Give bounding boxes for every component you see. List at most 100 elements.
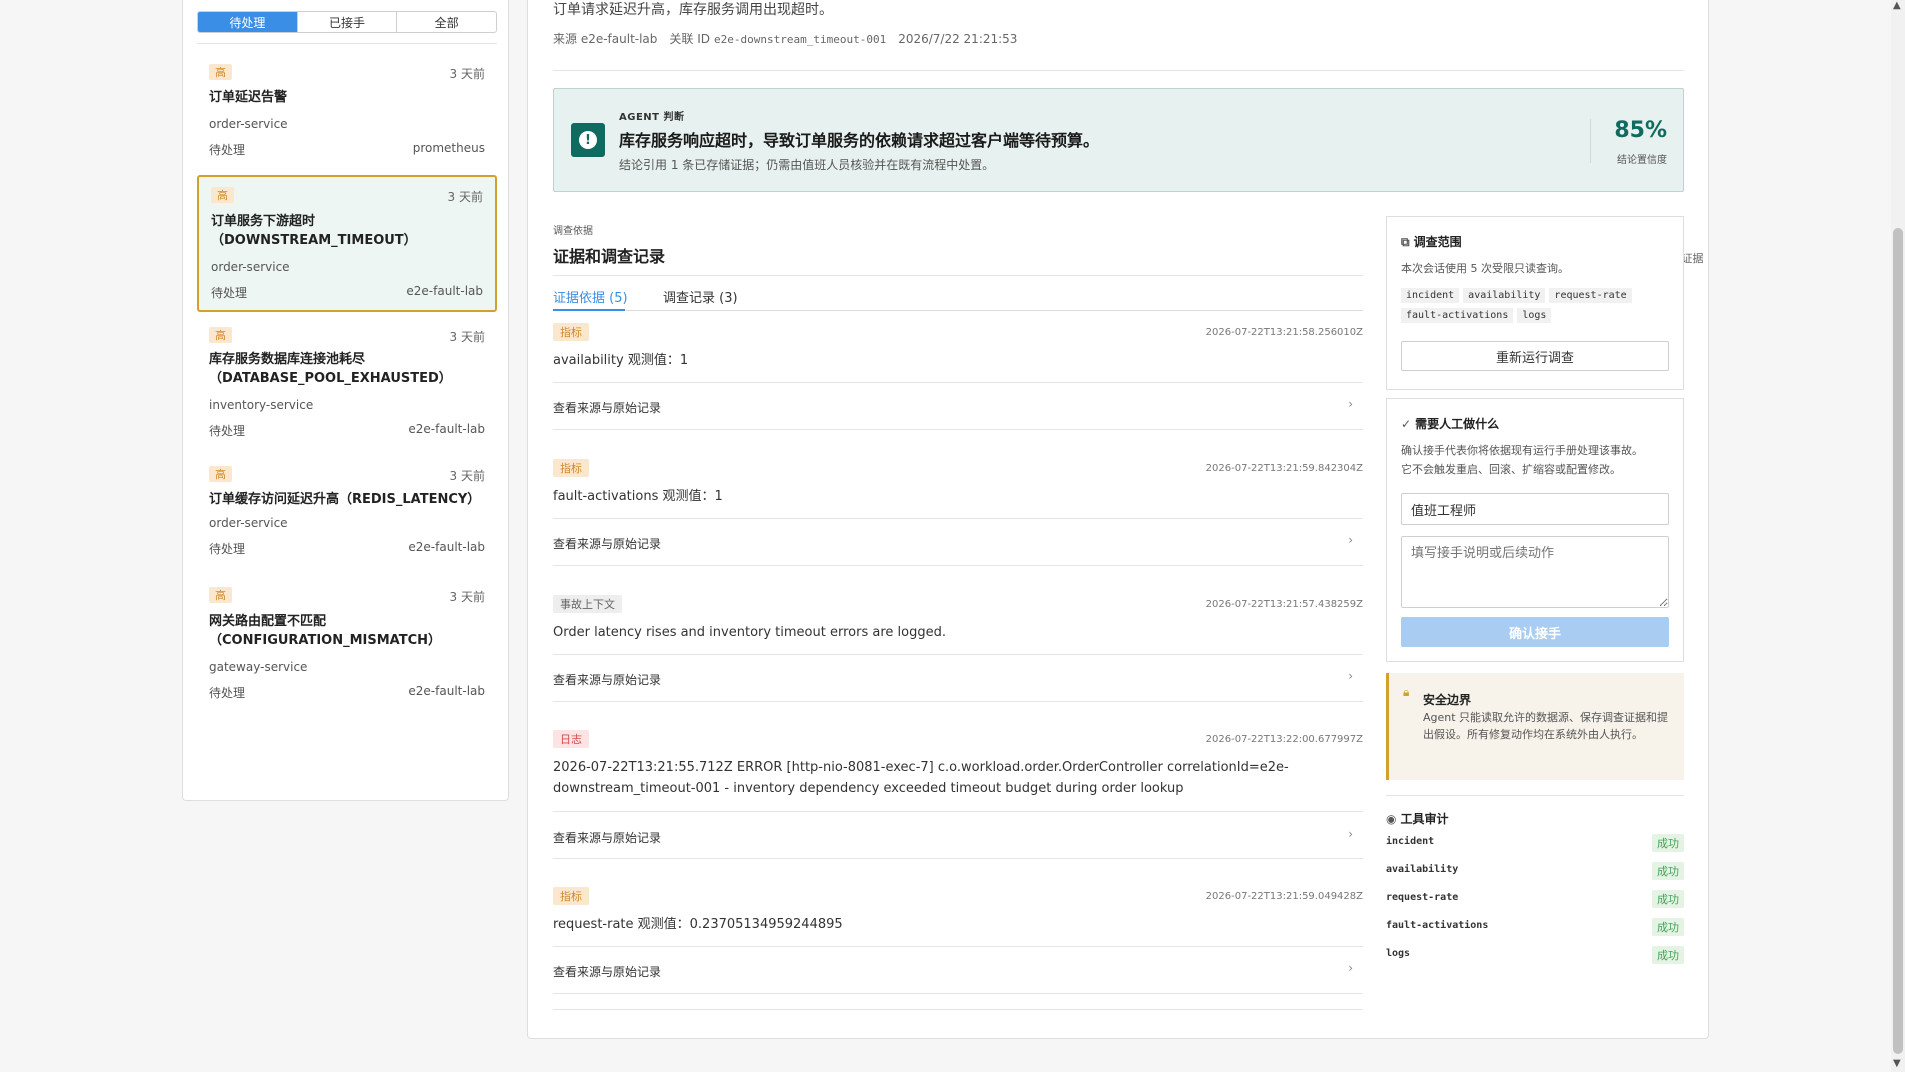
- scope-chip: fault-activations: [1401, 308, 1514, 323]
- incident-item[interactable]: 高 3 天前 库存服务数据库连接池耗尽（DATABASE_POOL_EXHAUS…: [197, 317, 497, 447]
- audit-tool: logs: [1386, 948, 1411, 959]
- audit-row: request-rate 成功: [1386, 890, 1684, 908]
- divider: [553, 654, 1363, 655]
- divider: [553, 1009, 1363, 1010]
- view-source-link[interactable]: 查看来源与原始记录: [553, 829, 661, 846]
- scroll-down-icon[interactable]: ▼: [1893, 1058, 1901, 1069]
- tab-investigation-log[interactable]: 调查记录 (3): [663, 287, 738, 306]
- incident-source: e2e-fault-lab: [408, 540, 485, 554]
- incident-service: order-service: [209, 516, 288, 530]
- scope-chip: request-rate: [1549, 288, 1632, 303]
- verdict-title: 库存服务响应超时，导致订单服务的依赖请求超过客户端等待预算。: [619, 131, 1100, 150]
- lock-icon: 🔒︎: [1403, 685, 1410, 699]
- chevron-right-icon[interactable]: ›: [1348, 961, 1353, 975]
- incident-timestamp: 2026/7/22 21:21:53: [898, 32, 1018, 46]
- scope-title: 调查范围: [1413, 235, 1462, 249]
- divider: [553, 811, 1363, 812]
- chevron-right-icon[interactable]: ›: [1348, 397, 1353, 411]
- incident-age: 3 天前: [449, 469, 485, 483]
- evidence-timestamp: 2026-07-22T13:21:57.438259Z: [1205, 599, 1363, 610]
- investigation-scope-card: ⧉ 调查范围 本次会话使用 5 次受限只读查询。 incident availabi…: [1386, 216, 1684, 390]
- chevron-right-icon[interactable]: ›: [1348, 827, 1353, 841]
- divider: [553, 946, 1363, 947]
- divider: [553, 993, 1363, 994]
- divider: [553, 518, 1363, 519]
- incident-source: e2e-fault-lab: [408, 422, 485, 436]
- evidence-body: Order latency rises and inventory timeou…: [553, 625, 946, 640]
- evidence-body: availability 观测值：1: [553, 353, 689, 368]
- incident-title: 订单缓存访问延迟升高（REDIS_LATENCY）: [209, 492, 481, 507]
- tab-evidence[interactable]: 证据依据 (5): [553, 287, 628, 306]
- incident-age: 3 天前: [447, 190, 483, 204]
- evidence-body: 2026-07-22T13:21:55.712Z ERROR [http-nio…: [553, 760, 1289, 796]
- incident-title: 订单服务下游超时（DOWNSTREAM_TIMEOUT）: [211, 214, 417, 248]
- divider: [1386, 795, 1684, 796]
- incident-item[interactable]: 高 3 天前 订单缓存访问延迟升高（REDIS_LATENCY） order-s…: [197, 456, 497, 566]
- evidence-tag: 指标: [553, 459, 589, 477]
- view-source-link[interactable]: 查看来源与原始记录: [553, 535, 661, 552]
- scrollbar-thumb[interactable]: [1893, 228, 1903, 1054]
- evidence-body: fault-activations 观测值：1: [553, 489, 723, 504]
- agent-verdict: ! AGENT 判断 库存服务响应超时，导致订单服务的依赖请求超过客户端等待预算…: [553, 88, 1684, 192]
- evidence-item: 指标 2026-07-22T13:21:59.049428Z request-r…: [553, 887, 1363, 1015]
- incident-source: 来源 e2e-fault-lab: [553, 32, 658, 46]
- tab-pending[interactable]: 待处理: [198, 12, 298, 32]
- scroll-up-icon[interactable]: ▲: [1893, 0, 1901, 11]
- evidence-timestamp: 2026-07-22T13:21:59.842304Z: [1205, 463, 1363, 474]
- confidence-value: 85%: [1614, 118, 1667, 143]
- evidence-tag: 指标: [553, 323, 589, 341]
- incident-title: 网关路由配置不匹配（CONFIGURATION_MISMATCH）: [209, 614, 442, 648]
- audit-tool: availability: [1386, 864, 1459, 875]
- incident-item[interactable]: 高 3 天前 订单延迟告警 order-service 待处理 promethe…: [197, 56, 497, 180]
- tab-all[interactable]: 全部: [397, 12, 496, 32]
- scope-chip: logs: [1517, 308, 1552, 323]
- evidence-timestamp: 2026-07-22T13:21:59.049428Z: [1205, 891, 1363, 902]
- tab-claimed[interactable]: 已接手: [298, 12, 398, 32]
- divider: [553, 429, 1363, 430]
- handoff-title-row: ✓ 需要人工做什么: [1401, 415, 1499, 432]
- scope-icon: ⧉: [1401, 235, 1410, 249]
- incident-summary: 订单请求延迟升高，库存服务调用出现超时。: [553, 2, 833, 18]
- incident-item-selected[interactable]: 高 3 天前 订单服务下游超时（DOWNSTREAM_TIMEOUT） orde…: [197, 175, 497, 312]
- confidence-label: 结论置信度: [1617, 155, 1667, 166]
- tabs-baseline: [553, 310, 1363, 311]
- evidence-tag: 指标: [553, 887, 589, 905]
- owner-input[interactable]: [1401, 493, 1669, 525]
- severity-badge: 高: [209, 466, 232, 482]
- confirm-handoff-button[interactable]: 确认接手: [1401, 617, 1669, 647]
- incident-service: gateway-service: [209, 660, 308, 674]
- incident-age: 3 天前: [449, 590, 485, 604]
- audit-row: incident 成功: [1386, 834, 1684, 852]
- evidence-item: 事故上下文 2026-07-22T13:21:57.438259Z Order …: [553, 595, 1363, 705]
- evidence-tag: 日志: [553, 730, 589, 748]
- view-source-link[interactable]: 查看来源与原始记录: [553, 399, 661, 416]
- verdict-subtitle: 结论引用 1 条已存储证据；仍需由值班人员核验并在既有流程中处置。: [619, 158, 995, 172]
- chevron-right-icon[interactable]: ›: [1348, 533, 1353, 547]
- chevron-right-icon[interactable]: ›: [1348, 669, 1353, 683]
- incident-list-panel: 待处理 已接手 全部 高 3 天前 订单延迟告警 order-service 待…: [182, 0, 509, 801]
- severity-badge: 高: [209, 587, 232, 603]
- scrollbar[interactable]: ▲ ▼: [1891, 0, 1905, 1072]
- handoff-title: 需要人工做什么: [1415, 417, 1500, 431]
- handoff-card: ✓ 需要人工做什么 确认接手代表你将依据现有运行手册处理该事故。 它不会触发重启、…: [1386, 398, 1684, 662]
- scope-chips: incident availability request-rate fault-ac…: [1401, 287, 1641, 327]
- handoff-note-textarea[interactable]: [1401, 536, 1669, 608]
- filter-tabs: 待处理 已接手 全部: [197, 11, 497, 33]
- severity-badge: 高: [211, 187, 234, 203]
- evidence-item: 日志 2026-07-22T13:22:00.677997Z 2026-07-2…: [553, 730, 1363, 860]
- incident-item[interactable]: 高 3 天前 网关路由配置不匹配（CONFIGURATION_MISMATCH）…: [197, 577, 497, 707]
- audit-status: 成功: [1652, 890, 1684, 908]
- divider: [553, 701, 1363, 702]
- evidence-item: 指标 2026-07-22T13:21:58.256010Z availabil…: [553, 323, 1363, 433]
- rerun-investigation-button[interactable]: 重新运行调查: [1401, 341, 1669, 371]
- audit-tool: fault-activations: [1386, 920, 1489, 931]
- check-icon: ✓: [1401, 417, 1412, 431]
- view-source-link[interactable]: 查看来源与原始记录: [553, 671, 661, 688]
- audit-status: 成功: [1652, 918, 1684, 936]
- incident-source: e2e-fault-lab: [408, 684, 485, 698]
- incident-status: 待处理: [209, 143, 246, 157]
- divider: [553, 382, 1363, 383]
- audit-title: 工具审计: [1400, 812, 1449, 826]
- scope-title-row: ⧉ 调查范围: [1401, 233, 1462, 250]
- view-source-link[interactable]: 查看来源与原始记录: [553, 963, 661, 980]
